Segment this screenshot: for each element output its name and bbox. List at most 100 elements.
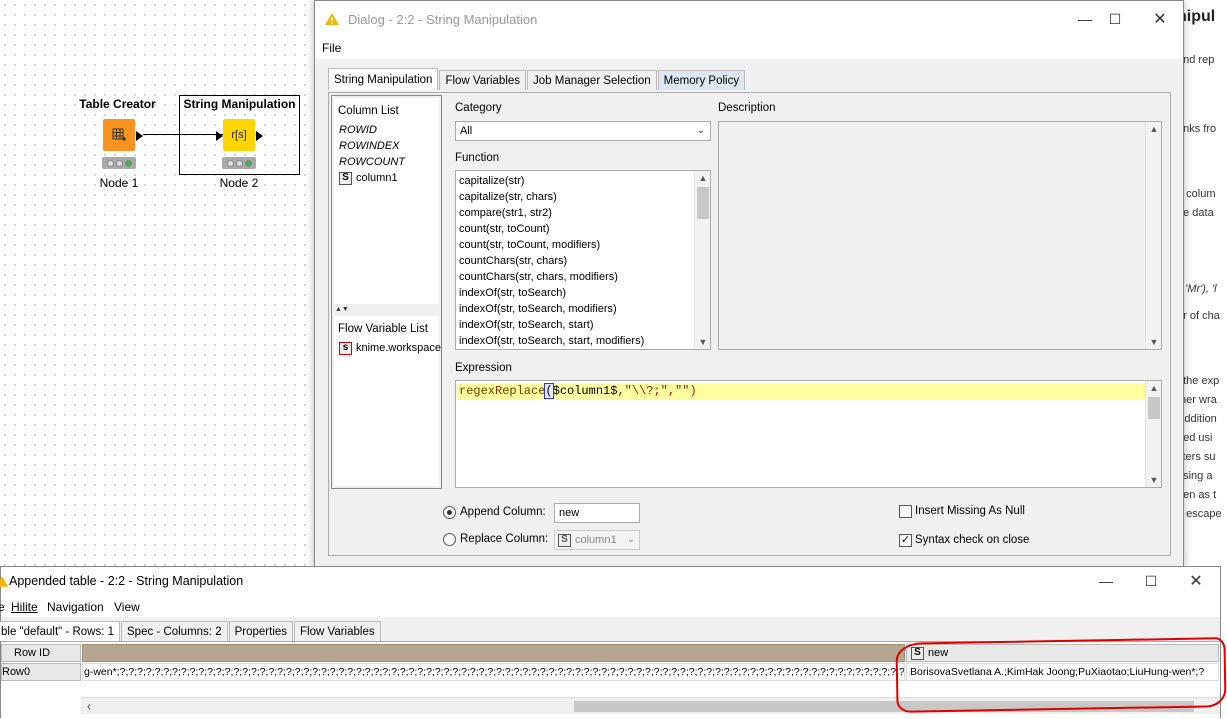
replace-column-radio[interactable] xyxy=(443,533,456,546)
syntax-check-checkbox[interactable]: ✓ xyxy=(899,534,912,547)
menu-file-cut[interactable]: e xyxy=(0,597,6,617)
description-scrollbar[interactable]: ▲ ▼ xyxy=(1145,122,1161,349)
flow-variable-item[interactable]: s knime.workspace xyxy=(336,340,441,356)
function-item[interactable]: countChars(str, chars, modifiers) xyxy=(456,269,694,285)
scroll-down-icon[interactable]: ▼ xyxy=(695,335,710,349)
function-list[interactable]: capitalize(str) capitalize(str, chars) c… xyxy=(455,170,711,350)
minimize-button[interactable]: — xyxy=(1070,7,1100,31)
function-item[interactable]: capitalize(str, chars) xyxy=(456,189,694,205)
row-id-header[interactable]: Row ID xyxy=(1,644,81,662)
scroll-down-icon[interactable]: ▼ xyxy=(1146,335,1162,349)
scroll-up-icon[interactable]: ▲ xyxy=(695,171,710,185)
node1-status-icon xyxy=(102,157,136,169)
tab-job-manager-selection[interactable]: Job Manager Selection xyxy=(527,70,657,90)
knime-warning-icon xyxy=(325,13,339,25)
tab-spec[interactable]: Spec - Columns: 2 xyxy=(121,621,228,641)
node1-output-port[interactable] xyxy=(136,131,143,141)
table-tabs: ble "default" - Rows: 1 Spec - Columns: … xyxy=(0,621,382,641)
flow-variable-item-label: knime.workspace xyxy=(356,342,441,354)
table-window-title: Appended table - 2:2 - String Manipulati… xyxy=(9,574,244,588)
description-line: using a xyxy=(1183,470,1213,482)
splitter-handle[interactable]: ▲▼ xyxy=(332,306,441,313)
table-menubar: e Hilite Navigation View xyxy=(0,597,1220,617)
function-item[interactable]: count(str, toCount, modifiers) xyxy=(456,237,694,253)
string-manipulation-icon[interactable]: r[s] xyxy=(223,119,255,151)
category-value: All xyxy=(460,125,473,137)
function-scrollbar[interactable]: ▲ ▼ xyxy=(694,171,710,349)
close-button[interactable]: ✕ xyxy=(1145,7,1175,31)
function-item[interactable]: indexOf(str, toSearch, start) xyxy=(456,317,694,333)
flow-variable-items: s knime.workspace xyxy=(336,340,441,356)
column-item-rowindex[interactable]: ROWINDEX xyxy=(336,138,439,154)
menu-file[interactable]: File xyxy=(322,41,341,55)
tab-memory-policy[interactable]: Memory Policy xyxy=(657,70,746,90)
matched-paren: ( xyxy=(544,383,554,399)
dialog-titlebar[interactable]: Dialog - 2:2 - String Manipulation — ☐ ✕ xyxy=(315,1,1183,37)
tab-data[interactable]: ble "default" - Rows: 1 xyxy=(0,621,120,641)
column-list-items: ROWID ROWINDEX ROWCOUNT Scolumn1 xyxy=(336,122,439,186)
tab-flow-variables[interactable]: Flow Variables xyxy=(294,621,381,641)
append-column-input[interactable]: new xyxy=(554,503,640,523)
insert-missing-checkbox[interactable] xyxy=(899,505,912,518)
append-column-radio[interactable] xyxy=(443,506,456,519)
node2-output-port[interactable] xyxy=(256,131,263,141)
table-titlebar[interactable]: Appended table - 2:2 - String Manipulati… xyxy=(0,567,1220,597)
row-id-cell[interactable]: Row0 xyxy=(1,663,81,681)
function-item[interactable]: countChars(str, chars) xyxy=(456,253,694,269)
description-label: Description xyxy=(718,102,776,114)
function-item[interactable]: indexOf(str, toSearch) xyxy=(456,285,694,301)
node2-input-port[interactable] xyxy=(216,131,223,141)
new-cell[interactable]: BorisovaSvetlana A.;KimHak Joong;PuXiaot… xyxy=(906,663,1219,681)
close-button[interactable]: ✕ xyxy=(1181,569,1211,593)
column-item-rowcount[interactable]: ROWCOUNT xyxy=(336,154,439,170)
replace-column-select[interactable]: Scolumn1 ⌄ xyxy=(554,530,640,550)
scroll-up-icon[interactable]: ▲ xyxy=(1146,381,1162,395)
tab-flow-variables[interactable]: Flow Variables xyxy=(439,70,527,90)
description-line: er of cha xyxy=(1183,310,1220,322)
function-item[interactable]: count(str, toCount) xyxy=(456,221,694,237)
tab-string-manipulation[interactable]: String Manipulation xyxy=(328,68,439,90)
table-hscrollbar[interactable]: ‹ xyxy=(81,697,1220,714)
column1-header[interactable] xyxy=(82,644,905,662)
description-line: anks fro xyxy=(1183,123,1217,135)
menu-navigation[interactable]: Navigation xyxy=(47,597,104,617)
chevron-down-icon: ⌄ xyxy=(696,125,705,136)
scroll-thumb[interactable] xyxy=(1148,397,1160,419)
node2-title: String Manipulation xyxy=(183,97,296,111)
append-column-label: Append Column: xyxy=(460,506,546,518)
function-item[interactable]: indexOf(str, toSearch, modifiers) xyxy=(456,301,694,317)
column1-cell[interactable]: g-wen*;?;?;?;?;?;?;?;?;?;?;?;?;?;?;?;?;?… xyxy=(82,663,905,681)
new-column-header[interactable]: Snew xyxy=(906,644,1219,662)
scroll-up-icon[interactable]: ▲ xyxy=(1146,122,1162,136)
column-list-label: Column List xyxy=(338,105,399,117)
maximize-button[interactable]: ☐ xyxy=(1136,569,1166,593)
expression-scrollbar[interactable]: ▲ ▼ xyxy=(1145,381,1161,487)
maximize-button[interactable]: ☐ xyxy=(1100,7,1130,31)
function-item[interactable]: compare(str1, str2) xyxy=(456,205,694,221)
string-manipulation-dialog: Dialog - 2:2 - String Manipulation — ☐ ✕… xyxy=(314,0,1184,568)
expression-editor[interactable]: regexReplace($column1$,"\\?;","") ▲ ▼ xyxy=(455,380,1162,488)
expression-column-ref: $column1$ xyxy=(552,384,618,398)
menu-hilite[interactable]: Hilite xyxy=(11,597,38,617)
description-heading: nipul xyxy=(1184,8,1216,25)
table-creator-icon[interactable] xyxy=(103,119,135,151)
hscroll-thumb[interactable] xyxy=(574,701,1194,712)
function-item[interactable]: capitalize(str) xyxy=(456,173,694,189)
menu-view[interactable]: View xyxy=(114,597,140,617)
expression-line[interactable]: regexReplace($column1$,"\\?;","") xyxy=(457,383,1145,400)
description-line: f the exp xyxy=(1183,375,1220,387)
minimize-button[interactable]: — xyxy=(1091,569,1121,593)
string-flow-variable-icon: s xyxy=(339,341,352,355)
scroll-thumb[interactable] xyxy=(697,187,709,219)
function-item[interactable]: indexOf(str, toSearch, start, modifiers) xyxy=(456,333,694,349)
category-select[interactable]: All ⌄ xyxy=(455,121,711,141)
column-item-column1[interactable]: Scolumn1 xyxy=(336,170,439,186)
syntax-check-label: Syntax check on close xyxy=(915,534,1030,546)
column-item-rowid[interactable]: ROWID xyxy=(336,122,439,138)
column-list: Column List ROWID ROWINDEX ROWCOUNT Scol… xyxy=(334,98,439,304)
node1-title: Table Creator xyxy=(79,97,156,111)
tab-properties[interactable]: Properties xyxy=(228,621,294,641)
scroll-down-icon[interactable]: ▼ xyxy=(1146,473,1162,487)
chevron-down-icon: ⌄ xyxy=(626,534,635,545)
scroll-left-icon[interactable]: ‹ xyxy=(87,699,91,713)
